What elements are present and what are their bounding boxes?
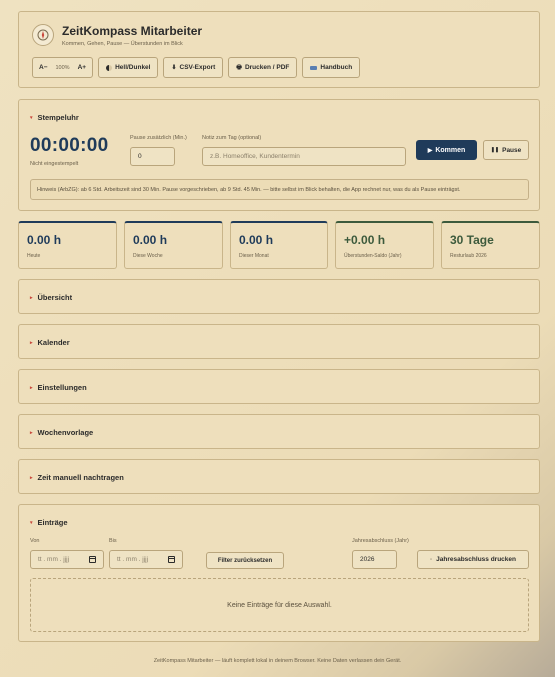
pause-button[interactable]: ❚❚ Pause (483, 140, 529, 160)
from-label: Von (30, 538, 40, 544)
stat-caption: Heute (27, 253, 41, 259)
section-header[interactable]: ▸ Wochenvorlage (30, 428, 93, 437)
chevron-right-icon: ▸ (30, 384, 33, 391)
toolbar: A− 100% A+ Hell/Dunkel ⬇ CSV-Export 🖶 Dr… (32, 57, 361, 78)
from-date-input[interactable]: tt . mm . jjjj (30, 550, 104, 569)
stat-value: 0.00 h (133, 233, 168, 247)
stat-value: 0.00 h (27, 233, 62, 247)
section-title: Übersicht (37, 293, 73, 302)
stat-remaining-vacation: 30 Tage Resturlaub 2026 (441, 221, 540, 269)
stat-caption: Diese Woche (133, 253, 163, 259)
stat-week: 0.00 h Diese Woche (124, 221, 223, 269)
stat-overtime-balance: +0.00 h Überstunden-Saldo (Jahr) (335, 221, 434, 269)
csv-export-button[interactable]: ⬇ CSV-Export (163, 57, 224, 78)
stat-value: 30 Tage (450, 233, 494, 247)
date-placeholder: tt . mm . jjjj (117, 556, 149, 563)
chevron-right-icon: ▸ (30, 429, 33, 436)
footer-note: ZeitKompass Mitarbeiter — läuft komplett… (153, 658, 402, 664)
pause-button-label: Pause (502, 146, 522, 154)
section-kalender[interactable]: ▸ Kalender (18, 324, 540, 359)
kommen-label: Kommen (435, 146, 466, 154)
print-pdf-button[interactable]: 🖶 Drucken / PDF (228, 57, 298, 78)
year-label: Jahresabschluss (Jahr) (352, 538, 409, 544)
kommen-button[interactable]: ▶ Kommen (416, 140, 477, 160)
manual-label: Handbuch (320, 64, 353, 71)
calendar-icon[interactable] (168, 556, 175, 563)
note-input[interactable]: z.B. Homeoffice, Kundentermin (202, 147, 406, 166)
play-icon: ▶ (427, 147, 433, 154)
stat-caption: Überstunden-Saldo (Jahr) (344, 253, 402, 259)
section-wochenvorlage[interactable]: ▸ Wochenvorlage (18, 414, 540, 449)
entries-section: ▾ Einträge Von tt . mm . jjjj Bis tt . m… (18, 504, 540, 642)
section-einstellungen[interactable]: ▸ Einstellungen (18, 369, 540, 404)
pause-label: Pause zusätzlich (Min.) (130, 135, 187, 141)
theme-toggle-button[interactable]: Hell/Dunkel (98, 57, 159, 78)
date-placeholder: tt . mm . jjjj (38, 556, 70, 563)
csv-export-label: CSV-Export (179, 64, 216, 71)
section-header-stempeluhr[interactable]: ▾ Stempeluhr (30, 113, 79, 122)
section-title: Kalender (37, 338, 70, 347)
book-icon (310, 65, 318, 70)
arbzg-hint: Hinweis (ArbZG): ab 6 Std. Arbeitszeit s… (30, 179, 529, 200)
download-arrow-icon: ⬇ (171, 65, 177, 71)
printer-icon: 🖶 (236, 64, 242, 71)
pause-minutes-input[interactable]: 0 (130, 147, 175, 166)
section-uebersicht[interactable]: ▸ Übersicht (18, 279, 540, 314)
year-input[interactable]: 2026 (352, 550, 397, 569)
clock-status: Nicht eingestempelt (30, 161, 79, 167)
chevron-down-icon: ▾ (30, 114, 33, 121)
stat-caption: Resturlaub 2026 (450, 253, 487, 259)
stat-month: 0.00 h Dieser Monat (230, 221, 328, 269)
app-title: ZeitKompass Mitarbeiter (62, 24, 203, 38)
section-header[interactable]: ▸ Einstellungen (30, 383, 87, 392)
stat-caption: Dieser Monat (239, 253, 269, 259)
section-header[interactable]: ▸ Übersicht (30, 293, 72, 302)
zoom-value: 100% (55, 64, 70, 71)
empty-state: Keine Einträge für diese Auswahl. (30, 578, 529, 632)
year-close-print-button[interactable]: ▫ Jahresabschluss drucken (417, 550, 529, 569)
app-subtitle: Kommen, Gehen, Pause — Überstunden im Bl… (62, 41, 183, 47)
note-label: Notiz zum Tag (optional) (202, 135, 262, 141)
compass-logo-icon (32, 24, 54, 46)
section-header[interactable]: ▸ Zeit manuell nachtragen (30, 473, 124, 482)
section-title: Zeit manuell nachtragen (37, 473, 124, 482)
section-title: Einträge (37, 518, 68, 527)
zoom-control: A− 100% A+ (32, 57, 94, 78)
stamp-clock-section: ▾ Stempeluhr 00:00:00 Nicht eingestempel… (18, 99, 540, 211)
manual-button[interactable]: Handbuch (302, 57, 361, 78)
print-pdf-label: Drucken / PDF (244, 64, 290, 71)
zoom-in-button[interactable]: A+ (78, 64, 87, 71)
to-label: Bis (109, 538, 117, 544)
stat-today: 0.00 h Heute (18, 221, 117, 269)
section-title: Wochenvorlage (37, 428, 94, 437)
zoom-out-button[interactable]: A− (39, 64, 48, 71)
stat-value: 0.00 h (239, 233, 274, 247)
chevron-right-icon: ▸ (30, 294, 33, 301)
half-moon-icon (106, 64, 113, 71)
chevron-down-icon: ▾ (30, 519, 33, 526)
section-header[interactable]: ▸ Kalender (30, 338, 70, 347)
document-icon: ▫ (430, 556, 433, 563)
year-close-print-label: Jahresabschluss drucken (436, 556, 516, 563)
section-manual-entry[interactable]: ▸ Zeit manuell nachtragen (18, 459, 540, 494)
section-title: Einstellungen (37, 383, 87, 392)
app-header: ZeitKompass Mitarbeiter Kommen, Gehen, P… (18, 11, 540, 88)
chevron-right-icon: ▸ (30, 474, 33, 481)
theme-toggle-label: Hell/Dunkel (115, 64, 151, 71)
filter-reset-button[interactable]: Filter zurücksetzen (206, 552, 284, 569)
section-title: Stempeluhr (37, 113, 79, 122)
pause-icon: ❚❚ (490, 147, 500, 153)
section-header-eintraege[interactable]: ▾ Einträge (30, 518, 68, 527)
stat-value: +0.00 h (344, 233, 386, 247)
to-date-input[interactable]: tt . mm . jjjj (109, 550, 183, 569)
calendar-icon[interactable] (89, 556, 96, 563)
clock-display: 00:00:00 (30, 135, 109, 156)
chevron-right-icon: ▸ (30, 339, 33, 346)
